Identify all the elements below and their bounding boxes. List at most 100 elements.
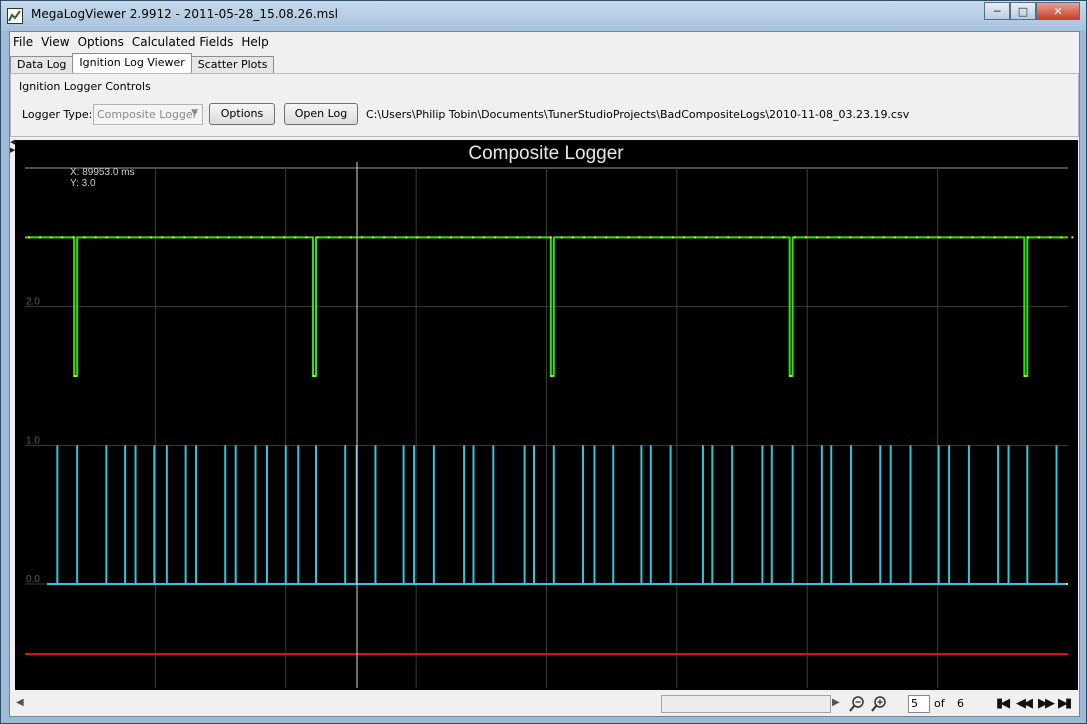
minimize-button[interactable]: ─: [984, 2, 1010, 20]
sample-marker: [205, 236, 208, 239]
sample-marker: [738, 236, 741, 239]
sample-marker: [583, 236, 585, 239]
menu-options[interactable]: Options: [75, 35, 129, 49]
sample-marker: [261, 236, 264, 239]
sample-marker: [316, 236, 319, 239]
scroll-left-icon[interactable]: ◀: [16, 697, 24, 708]
sample-marker: [494, 236, 497, 239]
zoom-in-icon[interactable]: [870, 695, 888, 713]
menu-calculated-fields[interactable]: Calculated Fields: [129, 35, 238, 49]
sample-marker: [460, 236, 463, 239]
sample-marker: [550, 375, 553, 377]
sample-marker: [671, 236, 674, 239]
sample-marker: [372, 236, 375, 239]
sample-marker: [161, 236, 164, 239]
zoom-out-icon[interactable]: [848, 695, 866, 713]
menu-help[interactable]: Help: [238, 35, 273, 49]
sample-marker: [305, 236, 308, 239]
sample-marker: [416, 236, 419, 239]
sample-marker: [1060, 236, 1063, 239]
sample-marker: [904, 236, 907, 239]
panel-title: Ignition Logger Controls: [19, 80, 151, 93]
page-number-input[interactable]: 5: [908, 695, 930, 713]
sample-marker: [949, 236, 952, 239]
ignition-logger-controls-panel: Ignition Logger Controls Logger Type: Co…: [10, 73, 1079, 137]
sample-marker: [438, 236, 441, 239]
logger-type-label: Logger Type:: [22, 108, 93, 121]
of-label: of: [934, 697, 945, 710]
sample-marker: [594, 236, 597, 239]
sample-marker: [505, 236, 508, 239]
composite-logger-chart[interactable]: Composite Logger 2.0 1.0 0.0 X: 89953.0 ms Y…: [15, 140, 1078, 690]
sample-marker: [183, 236, 186, 239]
window-title: MegaLogViewer 2.9912 - 2011-05-28_15.08.…: [31, 7, 338, 21]
sample-marker: [782, 236, 785, 239]
horizontal-scrollbar[interactable]: [661, 695, 831, 713]
tab-ignition-log-viewer[interactable]: Ignition Log Viewer: [72, 53, 192, 73]
sample-marker: [827, 236, 830, 239]
sample-marker: [1038, 236, 1041, 239]
chart-title: Composite Logger: [468, 143, 624, 164]
sample-marker: [560, 236, 563, 239]
y-tick-label: 2.0: [26, 297, 40, 308]
tab-data-log[interactable]: Data Log: [10, 56, 74, 73]
chevron-down-icon: ▼: [191, 108, 198, 118]
file-path: C:\Users\Philip Tobin\Documents\TunerStu…: [366, 108, 910, 121]
sample-marker: [960, 236, 963, 239]
next-page-icon[interactable]: ▶▶: [1038, 696, 1055, 711]
sample-marker: [571, 236, 574, 239]
cursor-y-readout: Y: 3.0: [70, 178, 96, 189]
sample-marker: [1027, 236, 1029, 239]
sample-marker: [74, 375, 77, 377]
sample-marker: [771, 236, 774, 239]
sample-marker: [649, 236, 652, 239]
sample-marker: [549, 236, 552, 239]
sample-marker: [538, 236, 541, 239]
sample-marker: [882, 236, 885, 239]
sample-marker: [338, 236, 341, 239]
sample-marker: [172, 236, 175, 239]
sample-marker: [127, 236, 130, 239]
last-page-icon[interactable]: ▶▮: [1058, 696, 1072, 711]
sample-marker: [727, 236, 730, 239]
tab-bar: Data Log Ignition Log Viewer Scatter Plo…: [10, 53, 275, 73]
sample-marker: [516, 236, 519, 239]
sample-marker: [238, 236, 241, 239]
sample-marker: [871, 236, 874, 239]
close-button[interactable]: ✕: [1036, 2, 1080, 20]
menu-view[interactable]: View: [38, 35, 74, 49]
sample-marker: [1049, 236, 1052, 239]
total-pages: 6: [957, 697, 964, 710]
sample-marker: [616, 236, 619, 239]
scroll-right-icon[interactable]: ▶: [832, 697, 840, 708]
y-tick-label: 1.0: [26, 435, 40, 446]
sample-marker: [449, 236, 452, 239]
sample-marker: [682, 236, 685, 239]
previous-page-icon[interactable]: ◀◀: [1016, 696, 1033, 711]
sample-marker: [383, 236, 386, 239]
options-button[interactable]: Options: [209, 103, 275, 125]
sample-marker: [405, 236, 408, 239]
sample-marker: [805, 236, 807, 239]
sample-marker: [789, 375, 792, 377]
logger-type-select[interactable]: Composite Logger ▼: [93, 104, 203, 125]
sample-marker: [605, 236, 608, 239]
app-window: MegaLogViewer 2.9912 - 2011-05-28_15.08.…: [0, 0, 1087, 724]
chart-svg: Composite Logger 2.0 1.0 0.0 X: 89953.0 msY…: [25, 143, 1074, 688]
sample-marker: [349, 236, 352, 239]
sample-marker: [194, 236, 197, 239]
sample-marker: [83, 236, 86, 239]
sample-marker: [1015, 236, 1018, 239]
sample-marker: [394, 236, 397, 239]
title-bar: MegaLogViewer 2.9912 - 2011-05-28_15.08.…: [1, 1, 1086, 31]
sample-marker: [860, 236, 863, 239]
tab-scatter-plots[interactable]: Scatter Plots: [190, 56, 275, 73]
maximize-button[interactable]: □: [1010, 2, 1036, 20]
first-page-icon[interactable]: ▮◀: [996, 696, 1010, 711]
open-log-button[interactable]: Open Log: [284, 103, 358, 125]
menu-file[interactable]: File: [10, 35, 38, 49]
sample-marker: [627, 236, 630, 239]
sample-marker: [916, 236, 918, 239]
sample-marker: [312, 375, 315, 377]
sample-marker: [849, 236, 852, 239]
